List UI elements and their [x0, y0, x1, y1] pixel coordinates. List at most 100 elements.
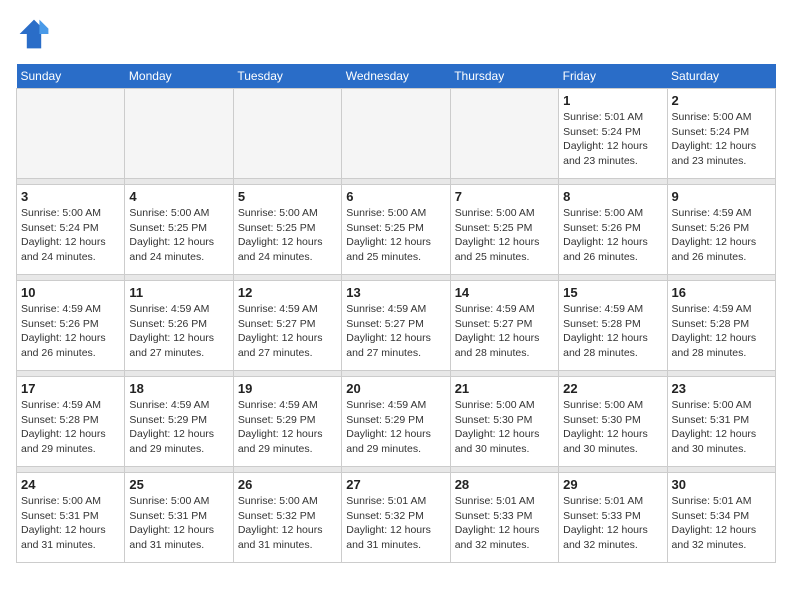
page-header [16, 16, 776, 52]
day-detail: Sunrise: 4:59 AMSunset: 5:29 PMDaylight:… [129, 398, 228, 457]
weekday-header: Saturday [667, 64, 775, 89]
day-number: 2 [672, 93, 771, 108]
day-number: 29 [563, 477, 662, 492]
calendar-cell: 24 Sunrise: 5:00 AMSunset: 5:31 PMDayligh… [17, 473, 125, 563]
day-number: 15 [563, 285, 662, 300]
day-number: 13 [346, 285, 445, 300]
day-detail: Sunrise: 5:00 AMSunset: 5:30 PMDaylight:… [455, 398, 554, 457]
day-detail: Sunrise: 5:00 AMSunset: 5:30 PMDaylight:… [563, 398, 662, 457]
day-detail: Sunrise: 4:59 AMSunset: 5:29 PMDaylight:… [238, 398, 337, 457]
calendar-cell: 18 Sunrise: 4:59 AMSunset: 5:29 PMDayligh… [125, 377, 233, 467]
weekday-header: Tuesday [233, 64, 341, 89]
day-number: 7 [455, 189, 554, 204]
calendar-cell: 11Sunrise: 4:59 AMSunset: 5:26 PMDayligh… [125, 281, 233, 371]
calendar-cell: 30Sunrise: 5:01 AMSunset: 5:34 PMDayligh… [667, 473, 775, 563]
calendar-cell [17, 89, 125, 179]
calendar-cell: 25Sunrise: 5:00 AMSunset: 5:31 PMDayligh… [125, 473, 233, 563]
calendar-cell [450, 89, 558, 179]
calendar-cell: 26 Sunrise: 5:00 AMSunset: 5:32 PMDayligh… [233, 473, 341, 563]
day-number: 3 [21, 189, 120, 204]
day-detail: Sunrise: 5:01 AMSunset: 5:24 PMDaylight:… [563, 110, 662, 169]
day-number: 1 [563, 93, 662, 108]
day-number: 12 [238, 285, 337, 300]
day-detail: Sunrise: 5:00 AMSunset: 5:25 PMDaylight:… [346, 206, 445, 265]
day-detail: Sunrise: 4:59 AMSunset: 5:27 PMDaylight:… [238, 302, 337, 361]
calendar-cell: 1 Sunrise: 5:01 AMSunset: 5:24 PMDaylight… [559, 89, 667, 179]
day-detail: Sunrise: 5:01 AMSunset: 5:32 PMDaylight:… [346, 494, 445, 553]
day-detail: Sunrise: 5:00 AMSunset: 5:31 PMDaylight:… [672, 398, 771, 457]
calendar-cell [233, 89, 341, 179]
calendar-week-row: 1 Sunrise: 5:01 AMSunset: 5:24 PMDaylight… [17, 89, 776, 179]
calendar-cell: 2 Sunrise: 5:00 AMSunset: 5:24 PMDaylight… [667, 89, 775, 179]
calendar-cell: 20 Sunrise: 4:59 AMSunset: 5:29 PMDayligh… [342, 377, 450, 467]
calendar-cell: 3 Sunrise: 5:00 AMSunset: 5:24 PMDaylight… [17, 185, 125, 275]
calendar-cell: 17 Sunrise: 4:59 AMSunset: 5:28 PMDayligh… [17, 377, 125, 467]
day-detail: Sunrise: 5:00 AMSunset: 5:25 PMDaylight:… [129, 206, 228, 265]
day-number: 24 [21, 477, 120, 492]
day-detail: Sunrise: 4:59 AMSunset: 5:29 PMDaylight:… [346, 398, 445, 457]
calendar-cell: 9Sunrise: 4:59 AMSunset: 5:26 PMDaylight… [667, 185, 775, 275]
day-detail: Sunrise: 5:00 AMSunset: 5:25 PMDaylight:… [238, 206, 337, 265]
day-number: 25 [129, 477, 228, 492]
day-detail: Sunrise: 4:59 AMSunset: 5:26 PMDaylight:… [129, 302, 228, 361]
day-number: 5 [238, 189, 337, 204]
calendar-week-row: 24 Sunrise: 5:00 AMSunset: 5:31 PMDayligh… [17, 473, 776, 563]
logo [16, 16, 58, 52]
day-detail: Sunrise: 4:59 AMSunset: 5:28 PMDaylight:… [563, 302, 662, 361]
day-number: 28 [455, 477, 554, 492]
calendar-week-row: 17 Sunrise: 4:59 AMSunset: 5:28 PMDayligh… [17, 377, 776, 467]
calendar-cell: 10Sunrise: 4:59 AMSunset: 5:26 PMDayligh… [17, 281, 125, 371]
calendar-week-row: 3 Sunrise: 5:00 AMSunset: 5:24 PMDaylight… [17, 185, 776, 275]
day-detail: Sunrise: 5:00 AMSunset: 5:26 PMDaylight:… [563, 206, 662, 265]
calendar-cell: 16Sunrise: 4:59 AMSunset: 5:28 PMDayligh… [667, 281, 775, 371]
calendar-cell: 4 Sunrise: 5:00 AMSunset: 5:25 PMDaylight… [125, 185, 233, 275]
calendar-cell: 5 Sunrise: 5:00 AMSunset: 5:25 PMDaylight… [233, 185, 341, 275]
weekday-header-row: SundayMondayTuesdayWednesdayThursdayFrid… [17, 64, 776, 89]
weekday-header: Thursday [450, 64, 558, 89]
day-detail: Sunrise: 5:00 AMSunset: 5:24 PMDaylight:… [672, 110, 771, 169]
day-detail: Sunrise: 5:00 AMSunset: 5:24 PMDaylight:… [21, 206, 120, 265]
weekday-header: Friday [559, 64, 667, 89]
day-detail: Sunrise: 5:01 AMSunset: 5:33 PMDaylight:… [455, 494, 554, 553]
calendar-cell: 8 Sunrise: 5:00 AMSunset: 5:26 PMDaylight… [559, 185, 667, 275]
calendar-cell: 7 Sunrise: 5:00 AMSunset: 5:25 PMDaylight… [450, 185, 558, 275]
day-number: 8 [563, 189, 662, 204]
day-number: 10 [21, 285, 120, 300]
calendar: SundayMondayTuesdayWednesdayThursdayFrid… [16, 64, 776, 563]
day-detail: Sunrise: 4:59 AMSunset: 5:28 PMDaylight:… [672, 302, 771, 361]
day-number: 30 [672, 477, 771, 492]
day-number: 20 [346, 381, 445, 396]
day-number: 18 [129, 381, 228, 396]
day-number: 6 [346, 189, 445, 204]
day-number: 17 [21, 381, 120, 396]
day-detail: Sunrise: 5:00 AMSunset: 5:25 PMDaylight:… [455, 206, 554, 265]
calendar-cell: 13 Sunrise: 4:59 AMSunset: 5:27 PMDayligh… [342, 281, 450, 371]
weekday-header: Sunday [17, 64, 125, 89]
day-number: 26 [238, 477, 337, 492]
day-detail: Sunrise: 4:59 AMSunset: 5:26 PMDaylight:… [672, 206, 771, 265]
day-detail: Sunrise: 4:59 AMSunset: 5:27 PMDaylight:… [455, 302, 554, 361]
calendar-cell: 29 Sunrise: 5:01 AMSunset: 5:33 PMDayligh… [559, 473, 667, 563]
day-detail: Sunrise: 4:59 AMSunset: 5:28 PMDaylight:… [21, 398, 120, 457]
day-detail: Sunrise: 5:01 AMSunset: 5:33 PMDaylight:… [563, 494, 662, 553]
calendar-cell: 23 Sunrise: 5:00 AMSunset: 5:31 PMDayligh… [667, 377, 775, 467]
calendar-cell: 14 Sunrise: 4:59 AMSunset: 5:27 PMDayligh… [450, 281, 558, 371]
logo-icon [16, 16, 52, 52]
day-number: 27 [346, 477, 445, 492]
day-number: 4 [129, 189, 228, 204]
day-number: 22 [563, 381, 662, 396]
calendar-week-row: 10 Sunrise: 4:59 AMSunset: 5:26 PMDayligh… [17, 281, 776, 371]
day-number: 23 [672, 381, 771, 396]
calendar-cell: 22 Sunrise: 5:00 AMSunset: 5:30 PMDayligh… [559, 377, 667, 467]
calendar-cell [125, 89, 233, 179]
day-detail: Sunrise: 5:00 AMSunset: 5:32 PMDaylight:… [238, 494, 337, 553]
day-detail: Sunrise: 5:00 AMSunset: 5:31 PMDaylight:… [21, 494, 120, 553]
calendar-cell: 28 Sunrise: 5:01 AMSunset: 5:33 PMDayligh… [450, 473, 558, 563]
calendar-cell: 12 Sunrise: 4:59 AMSunset: 5:27 PMDayligh… [233, 281, 341, 371]
day-detail: Sunrise: 4:59 AMSunset: 5:27 PMDaylight:… [346, 302, 445, 361]
weekday-header: Wednesday [342, 64, 450, 89]
calendar-cell: 6 Sunrise: 5:00 AMSunset: 5:25 PMDaylight… [342, 185, 450, 275]
day-number: 14 [455, 285, 554, 300]
calendar-cell: 21Sunrise: 5:00 AMSunset: 5:30 PMDayligh… [450, 377, 558, 467]
calendar-cell: 19Sunrise: 4:59 AMSunset: 5:29 PMDayligh… [233, 377, 341, 467]
